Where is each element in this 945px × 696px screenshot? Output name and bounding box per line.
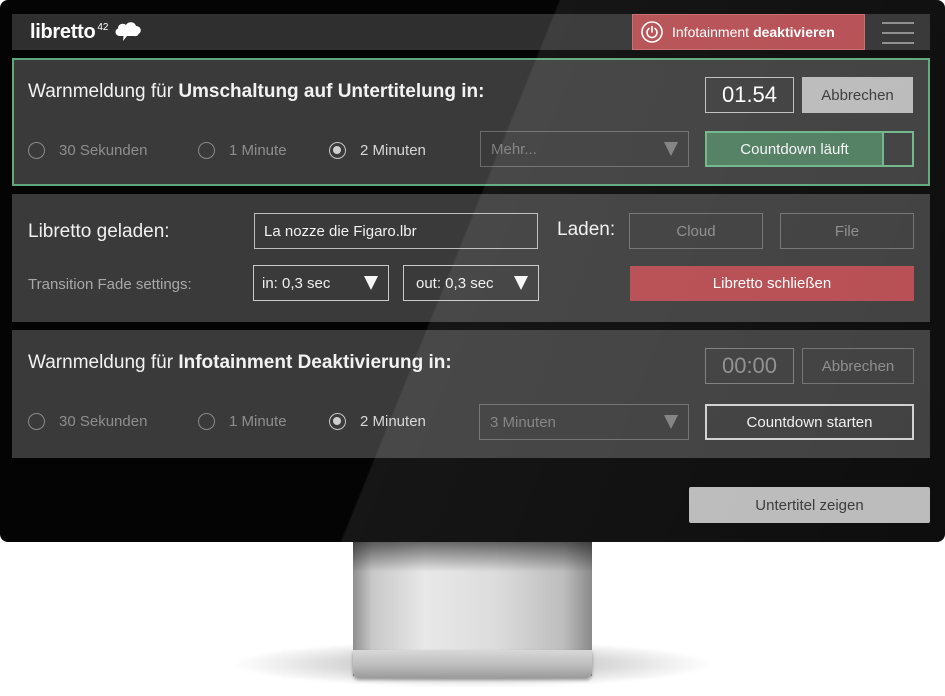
radio-30-seconds[interactable]: 30 Sekunden xyxy=(28,413,147,430)
heading-prefix: Warnmeldung für xyxy=(28,352,174,373)
hamburger-menu-icon[interactable] xyxy=(882,22,914,44)
infotainment-warning-panel: Warnmeldung für Infotainment Deaktivieru… xyxy=(12,330,930,458)
monitor-stand-base xyxy=(353,650,592,678)
infotainment-warning-heading: Warnmeldung für Infotainment Deaktivieru… xyxy=(28,351,452,375)
load-cloud-button[interactable]: Cloud xyxy=(629,213,763,249)
select-value: out: 0,3 sec xyxy=(416,274,494,292)
cloud-logo-icon xyxy=(113,20,143,47)
fade-in-select[interactable]: in: 0,3 sec xyxy=(253,265,389,301)
deactivate-infotainment-button[interactable]: Infotainment deaktivieren xyxy=(632,14,865,50)
heading-bold: Infotainment Deaktivierung in: xyxy=(178,352,452,373)
logo-superscript: 42 xyxy=(97,22,109,33)
radio-2-minutes[interactable]: 2 Minuten xyxy=(329,142,426,159)
radio-1-minute[interactable]: 1 Minute xyxy=(198,142,287,159)
transition-fade-label: Transition Fade settings: xyxy=(28,276,192,293)
select-value: in: 0,3 sec xyxy=(262,274,331,292)
radio-label: 2 Minuten xyxy=(360,142,426,159)
chevron-down-icon xyxy=(664,415,678,429)
countdown-label: Countdown läuft xyxy=(740,140,849,158)
countdown-progress-remainder xyxy=(882,133,912,165)
more-options-select[interactable]: 3 Minuten xyxy=(479,404,689,440)
radio-30-seconds[interactable]: 30 Sekunden xyxy=(28,142,147,159)
show-subtitles-button[interactable]: Untertitel zeigen xyxy=(689,487,930,523)
countdown-running-button[interactable]: Countdown läuft xyxy=(705,131,914,167)
radio-circle-checked[interactable] xyxy=(329,413,346,430)
infotainment-cancel-button[interactable]: Abbrechen xyxy=(802,348,914,384)
close-libretto-button[interactable]: Libretto schließen xyxy=(630,266,914,301)
countdown-start-button[interactable]: Countdown starten xyxy=(705,404,914,440)
heading-bold: Umschaltung auf Untertitelung in: xyxy=(178,81,485,102)
radio-label: 30 Sekunden xyxy=(59,142,148,159)
subtitle-warning-heading: Warnmeldung für Umschaltung auf Untertit… xyxy=(28,80,484,104)
libretto-loaded-label: Libretto geladen: xyxy=(28,221,170,242)
deactivate-label-prefix: Infotainment xyxy=(672,24,750,40)
power-icon xyxy=(641,21,663,43)
radio-label: 1 Minute xyxy=(229,142,287,159)
radio-circle[interactable] xyxy=(28,142,45,159)
load-label: Laden: xyxy=(557,219,616,240)
radio-circle[interactable] xyxy=(198,142,215,159)
top-bar: libretto 42 Infotainment deaktivieren xyxy=(12,14,930,50)
radio-circle[interactable] xyxy=(198,413,215,430)
radio-circle[interactable] xyxy=(28,413,45,430)
chevron-down-icon xyxy=(364,276,378,290)
subtitle-countdown-timer: 01.54 xyxy=(705,77,794,113)
deactivate-label-bold: deaktivieren xyxy=(753,24,835,40)
subtitle-warning-panel: Warnmeldung für Umschaltung auf Untertit… xyxy=(12,58,930,186)
libretto-panel: Libretto geladen: La nozze die Figaro.lb… xyxy=(12,194,930,322)
logo: libretto 42 xyxy=(30,20,143,44)
radio-circle-checked[interactable] xyxy=(329,142,346,159)
radio-1-minute[interactable]: 1 Minute xyxy=(198,413,287,430)
select-value: 3 Minuten xyxy=(490,413,556,431)
radio-label: 2 Minuten xyxy=(360,413,426,430)
radio-label: 30 Sekunden xyxy=(59,413,148,430)
load-file-button[interactable]: File xyxy=(780,213,914,249)
chevron-down-icon xyxy=(664,142,678,156)
infotainment-countdown-timer: 00:00 xyxy=(705,348,794,384)
select-value: Mehr... xyxy=(491,140,537,158)
subtitle-cancel-button[interactable]: Abbrechen xyxy=(802,77,913,113)
logo-text: libretto xyxy=(30,21,96,43)
fade-out-select[interactable]: out: 0,3 sec xyxy=(403,265,539,301)
radio-2-minutes[interactable]: 2 Minuten xyxy=(329,413,426,430)
heading-prefix: Warnmeldung für xyxy=(28,81,174,102)
chevron-down-icon xyxy=(514,276,528,290)
more-options-select[interactable]: Mehr... xyxy=(480,131,689,167)
libretto-file-field[interactable]: La nozze die Figaro.lbr xyxy=(254,213,538,249)
monitor-screen: libretto 42 Infotainment deaktivieren Wa… xyxy=(0,0,945,542)
radio-label: 1 Minute xyxy=(229,413,287,430)
